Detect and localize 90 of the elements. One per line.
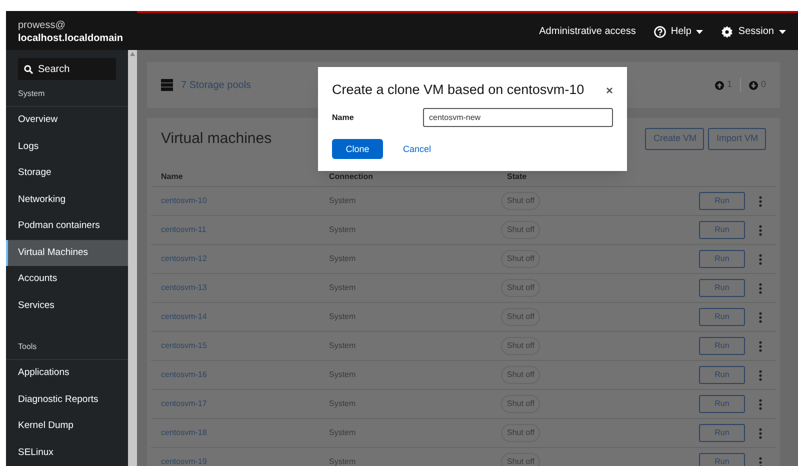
kebab-menu-icon[interactable] — [759, 312, 762, 322]
clone-button[interactable]: Clone — [332, 139, 383, 160]
nav-item[interactable]: Applications — [6, 360, 128, 386]
vm-name-link[interactable]: centosvm-14 — [161, 311, 329, 323]
column-header: Connection — [329, 171, 374, 183]
run-button[interactable]: Run — [699, 453, 745, 466]
vm-name-link[interactable]: centosvm-11 — [161, 224, 329, 236]
vm-name-link[interactable]: centosvm-18 — [161, 427, 329, 439]
name-input-field[interactable]: centosvm-new — [423, 108, 613, 128]
host-user: prowess@ — [18, 18, 66, 32]
status-badge: Shut off — [501, 453, 540, 466]
table-cell-text: System — [329, 427, 357, 439]
status-badge: Shut off — [501, 221, 540, 239]
table-cell-text: System — [329, 340, 357, 352]
vm-name-link[interactable]: centosvm-15 — [161, 340, 329, 352]
help-icon — [654, 26, 666, 38]
search-icon — [24, 64, 33, 74]
search-field[interactable]: Search — [18, 58, 116, 80]
caret-icon — [696, 30, 704, 34]
table-cell-text: System — [329, 398, 357, 410]
run-button[interactable]: Run — [699, 279, 745, 297]
nav-item[interactable]: Diagnostic Reports — [6, 386, 128, 413]
run-button[interactable]: Run — [699, 250, 745, 268]
gear-icon — [721, 26, 734, 38]
vm-name-link[interactable]: centosvm-13 — [161, 282, 329, 294]
status-badge: Shut off — [501, 366, 540, 384]
table-cell-text: System — [329, 369, 357, 381]
nav-item[interactable]: Overview — [6, 107, 128, 134]
status-badge: Shut off — [501, 250, 540, 268]
status-badge: Shut off — [501, 279, 540, 297]
session-menu[interactable]: Session — [721, 24, 786, 39]
table-cell-text: System — [329, 282, 357, 294]
storage-pools-link[interactable]: 7 Storage pools — [181, 78, 252, 92]
nav-item[interactable]: SELinux — [6, 440, 128, 466]
field-label: Name — [332, 112, 355, 124]
admin-access-link[interactable]: Administrative access — [539, 24, 636, 39]
card-action-button[interactable]: Import VM — [708, 128, 766, 150]
nav-item[interactable]: Kernel Dump — [6, 413, 128, 440]
nav-item[interactable]: Podman containers — [6, 213, 128, 240]
down-arrow-circle-icon — [748, 80, 758, 90]
cancel-link[interactable]: Cancel — [403, 142, 432, 156]
nav-item[interactable]: Virtual Machines — [6, 240, 128, 266]
run-button[interactable]: Run — [699, 395, 745, 413]
table-cell-text: System — [329, 253, 357, 265]
server-icon — [161, 79, 173, 91]
table-cell-text: System — [329, 456, 357, 466]
status-badge: Shut off — [501, 192, 540, 210]
nav-item[interactable]: Accounts — [6, 266, 128, 292]
vm-name-link[interactable]: centosvm-12 — [161, 253, 329, 265]
run-button[interactable]: Run — [699, 424, 745, 442]
run-button[interactable]: Run — [699, 366, 745, 384]
card-title: Virtual machines — [161, 128, 272, 149]
vm-name-link[interactable]: centosvm-19 — [161, 456, 329, 466]
table-cell-text: System — [329, 195, 357, 207]
help-menu[interactable]: Help — [654, 24, 704, 39]
nav-item[interactable]: Networking — [6, 186, 128, 213]
vm-name-link[interactable]: centosvm-10 — [161, 195, 329, 207]
status-badge: Shut off — [501, 395, 540, 413]
run-button[interactable]: Run — [699, 337, 745, 355]
run-button[interactable]: Run — [699, 221, 745, 239]
table-cell-text: System — [329, 311, 357, 323]
scroll-up-icon[interactable] — [130, 52, 135, 56]
kebab-menu-icon[interactable] — [759, 456, 762, 466]
status-badge: Shut off — [501, 424, 540, 442]
vm-name-link[interactable]: centosvm-17 — [161, 398, 329, 410]
run-button[interactable]: Run — [699, 308, 745, 326]
caret-icon — [779, 30, 786, 34]
column-header: State — [506, 171, 528, 183]
kebab-menu-icon[interactable] — [759, 196, 762, 206]
table-cell-text: System — [329, 224, 357, 236]
up-arrow-circle-icon — [714, 80, 724, 90]
host-name[interactable]: localhost.localdomain — [18, 32, 124, 44]
nav-item[interactable]: Storage — [6, 160, 128, 186]
column-header: Name — [161, 171, 184, 183]
kebab-menu-icon[interactable] — [759, 428, 762, 438]
kebab-menu-icon[interactable] — [759, 340, 762, 352]
kebab-menu-icon[interactable] — [759, 282, 762, 294]
kebab-menu-icon[interactable] — [759, 398, 762, 410]
dialog-title: Create a clone VM based on centosvm-10 — [332, 81, 584, 99]
nav-item[interactable]: Services — [6, 292, 128, 319]
kebab-menu-icon[interactable] — [759, 224, 762, 236]
kebab-menu-icon[interactable] — [759, 370, 762, 380]
close-icon[interactable] — [606, 86, 613, 94]
vm-name-link[interactable]: centosvm-16 — [161, 369, 329, 381]
nav-item[interactable]: Logs — [6, 134, 128, 160]
kebab-menu-icon[interactable] — [759, 254, 762, 264]
status-badge: Shut off — [501, 308, 540, 326]
run-button[interactable]: Run — [699, 192, 745, 210]
status-badge: Shut off — [501, 337, 540, 355]
card-action-button[interactable]: Create VM — [645, 128, 704, 150]
